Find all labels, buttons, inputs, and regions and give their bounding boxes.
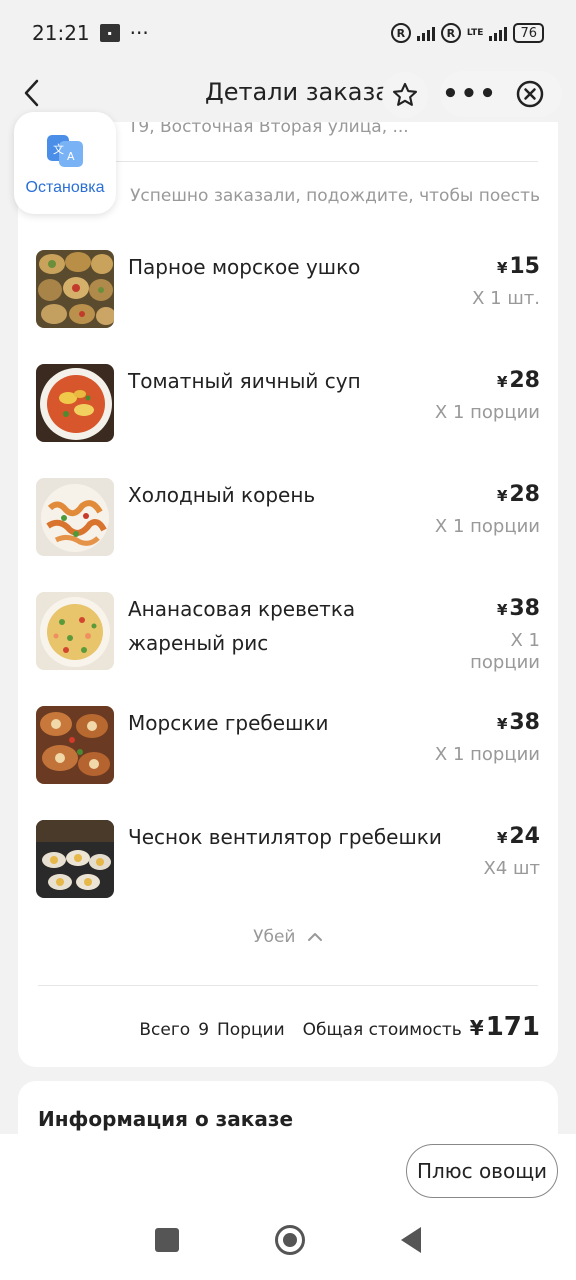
- order-item: Холодный корень ¥28 X 1 порции: [36, 478, 540, 558]
- home-icon[interactable]: [275, 1225, 305, 1255]
- currency-symbol: ¥: [469, 1016, 484, 1040]
- divider: [38, 985, 538, 986]
- order-info-title: Информация о заказе: [38, 1107, 294, 1131]
- favorite-button[interactable]: [382, 72, 428, 118]
- translate-app-icon: 文 A: [47, 135, 83, 167]
- item-price: ¥28: [496, 482, 540, 507]
- item-quantity: X4 шт: [483, 858, 540, 879]
- notification-app-icon: ▪: [99, 24, 120, 42]
- chevron-up-icon: [307, 933, 322, 941]
- order-item: Томатный яичный суп ¥28 X 1 порции: [36, 364, 540, 444]
- dish-image-scallops: [36, 706, 114, 784]
- item-name: Парное морское ушко: [128, 255, 361, 279]
- item-quantity: X 1 порции: [434, 744, 540, 765]
- item-name: Холодный корень: [128, 483, 316, 507]
- item-name: Ананасовая креветка жареный рис: [128, 597, 356, 655]
- status-more-dots: ···: [129, 21, 149, 45]
- order-summary: Всего 9 Порции Общая стоимость ¥171: [139, 1012, 540, 1042]
- registered-icon-2: R: [440, 23, 461, 43]
- item-price: ¥38: [496, 596, 540, 621]
- signal-icon-2: [489, 25, 508, 41]
- dish-image-pineapple-fried-rice: [36, 592, 114, 670]
- registered-icon: R: [390, 23, 411, 43]
- portions-label: Порции: [217, 1020, 285, 1040]
- mini-program-capsule: •••: [440, 71, 562, 117]
- item-quantity: X 1 порции: [470, 630, 540, 673]
- star-icon: [392, 82, 418, 106]
- page-title: Детали заказа: [205, 78, 390, 106]
- floating-badge-label: Остановка: [25, 179, 105, 196]
- add-vegetables-button[interactable]: Плюс овощи: [406, 1144, 558, 1198]
- svg-text:文: 文: [53, 142, 64, 156]
- recent-apps-icon[interactable]: [155, 1228, 179, 1252]
- item-name: Томатный яичный суп: [128, 369, 361, 393]
- dish-image-garlic-scallops: [36, 820, 114, 898]
- system-nav-bar: [0, 1200, 576, 1280]
- dish-image-tomato-egg-soup: [36, 364, 114, 442]
- floating-stop-badge[interactable]: 文 A Остановка: [14, 112, 116, 214]
- dish-image-cold-root: [36, 478, 114, 556]
- item-price: ¥15: [496, 254, 540, 279]
- order-item: Чеснок вентилятор гребешки ¥24 X4 шт: [36, 820, 540, 900]
- battery-icon: 76: [513, 23, 544, 43]
- status-time: 21:21: [32, 21, 90, 45]
- item-name: Чеснок вентилятор гребешки: [128, 825, 442, 849]
- item-quantity: X 1 порции: [434, 402, 540, 423]
- close-circle-icon: [516, 80, 544, 108]
- total-cost: 171: [485, 1012, 540, 1042]
- collapse-toggle[interactable]: Убей: [18, 927, 558, 947]
- lte-icon: LTE: [466, 27, 484, 38]
- svg-text:A: A: [67, 150, 75, 163]
- signal-icon: [416, 25, 435, 41]
- collapse-label: Убей: [253, 927, 296, 947]
- item-price: ¥38: [496, 710, 540, 735]
- total-label: Всего: [139, 1020, 191, 1040]
- status-bar: 21:21 ▪ ··· R R LTE 76: [0, 0, 576, 66]
- cost-label: Общая стоимость: [302, 1020, 462, 1040]
- item-price: ¥24: [496, 824, 540, 849]
- more-menu-button[interactable]: •••: [440, 71, 500, 117]
- close-button[interactable]: [500, 71, 560, 117]
- portions-count: 9: [198, 1020, 210, 1040]
- order-item: Морские гребешки ¥38 X 1 порции: [36, 706, 540, 786]
- dish-image-abalone: [36, 250, 114, 328]
- back-icon[interactable]: [18, 78, 48, 108]
- item-quantity: X 1 шт.: [472, 288, 540, 309]
- order-card: Т9, Восточная Вторая улица, ... Успешно …: [18, 122, 558, 1067]
- bottom-bar: Плюс овощи: [0, 1134, 576, 1280]
- item-price: ¥28: [496, 368, 540, 393]
- item-quantity: X 1 порции: [434, 516, 540, 537]
- item-name: Морские гребешки: [128, 711, 329, 735]
- order-status-message: Успешно заказали, подождите, чтобы поест…: [130, 186, 540, 206]
- address-fragment: Т9, Восточная Вторая улица, ...: [128, 122, 409, 137]
- order-item: Парное морское ушко ¥15 X 1 шт.: [36, 250, 540, 330]
- system-back-icon[interactable]: [401, 1227, 421, 1253]
- order-item: Ананасовая креветка жареный рис ¥38 X 1 …: [36, 592, 540, 673]
